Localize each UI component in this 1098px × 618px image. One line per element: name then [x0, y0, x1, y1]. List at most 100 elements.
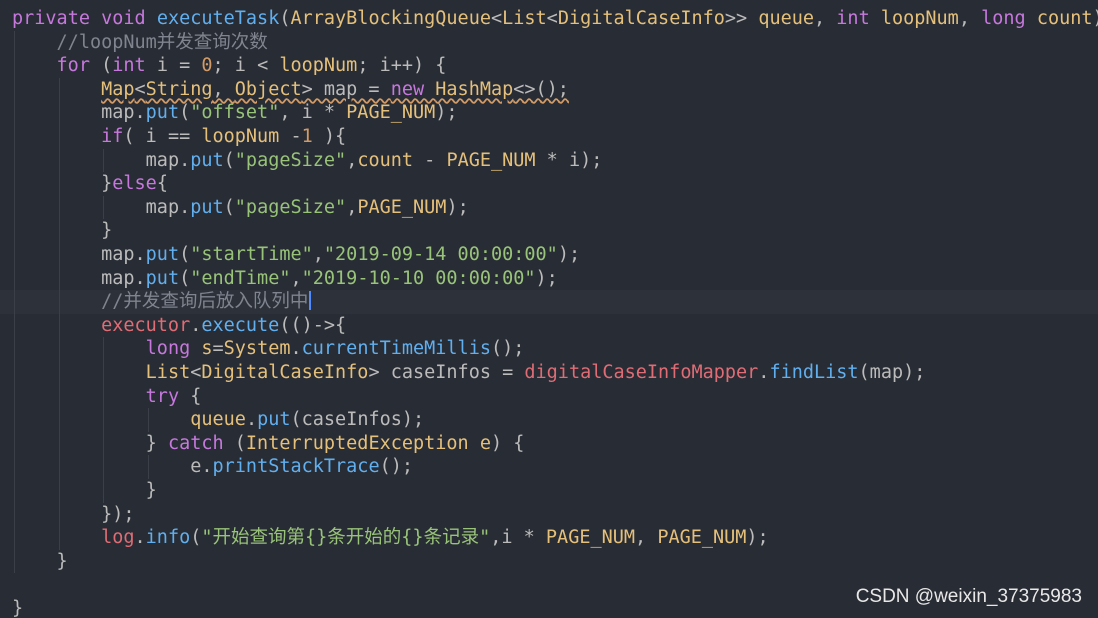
- code-token-const: PAGE_NUM: [657, 527, 747, 549]
- code-text: map.put("pageSize",count - PAGE_NUM * i)…: [146, 149, 603, 173]
- indent-guide: [14, 361, 15, 385]
- code-token-string: "pageSize": [234, 149, 347, 171]
- indent-guide: [147, 408, 149, 432]
- indent-guide: [14, 266, 15, 291]
- code-token-string: "offset": [190, 102, 280, 124]
- code-token-keyword: int: [112, 55, 157, 77]
- code-token-number: 1: [301, 126, 313, 147]
- code-line[interactable]: Map<String, Object> map = new HashMap<>(…: [0, 77, 1098, 102]
- code-token-type: Map: [101, 78, 135, 100]
- code-token-plain: {: [190, 385, 202, 407]
- code-token-string: "startTime": [190, 244, 313, 265]
- code-token-plain: );: [446, 196, 469, 218]
- code-token-field: log: [101, 527, 135, 549]
- code-token-plain: ();: [490, 338, 525, 360]
- code-token-plain: .: [245, 409, 258, 431]
- code-line[interactable]: map.put("offset", i * PAGE_NUM);: [0, 101, 1098, 125]
- code-token-plain: }: [145, 432, 168, 454]
- code-editor[interactable]: private void executeTask(ArrayBlockingQu…: [0, 0, 1098, 618]
- code-token-method: put: [145, 102, 180, 124]
- code-token-plain: map.: [145, 196, 191, 218]
- indent-guide: [103, 384, 105, 409]
- code-line[interactable]: queue.put(caseInfos);: [0, 408, 1098, 432]
- code-token-plain: =: [212, 338, 224, 360]
- code-token-keyword: private: [12, 8, 102, 29]
- watermark: CSDN @weixin_37375983: [855, 586, 1082, 607]
- code-token-plain: <: [546, 8, 558, 29]
- code-token-plain: {: [156, 173, 168, 195]
- code-token-const: PAGE_NUM: [446, 149, 536, 171]
- indent-guide: [14, 77, 15, 102]
- code-text: }: [57, 550, 68, 574]
- code-token-method: currentTimeMillis: [301, 338, 491, 360]
- indent-guide: [14, 290, 15, 314]
- code-line[interactable]: long s=System.currentTimeMillis();: [0, 337, 1098, 361]
- code-line[interactable]: map.put("endTime","2019-10-10 00:00:00")…: [0, 266, 1098, 291]
- code-token-plain: (: [179, 102, 191, 124]
- code-line[interactable]: List<DigitalCaseInfo> caseInfos = digita…: [0, 361, 1098, 385]
- code-line[interactable]: }else{: [0, 172, 1098, 196]
- code-line[interactable]: });: [0, 502, 1098, 527]
- code-token-plain: .: [190, 314, 202, 336]
- code-line[interactable]: if( i == loopNum -1 ){: [0, 125, 1098, 149]
- code-token-method: executeTask: [156, 8, 280, 29]
- indent-guide: [14, 148, 15, 173]
- code-line[interactable]: map.put("startTime","2019-09-14 00:00:00…: [0, 243, 1098, 267]
- indent-guide: [14, 219, 15, 243]
- indent-guide: [14, 101, 15, 125]
- code-token-plain: ,i *: [490, 527, 546, 549]
- indent-guide: [14, 54, 15, 78]
- code-line[interactable]: executor.execute(()->{: [0, 313, 1098, 338]
- code-token-plain: (caseInfos);: [290, 409, 425, 431]
- indent-guide: [14, 408, 15, 432]
- indent-guide: [58, 243, 60, 267]
- code-token-const: PAGE_NUM: [545, 527, 636, 549]
- code-line[interactable]: }: [0, 479, 1098, 503]
- code-line[interactable]: log.info("开始查询第{}条开始的{}条记录",i * PAGE_NUM…: [0, 526, 1098, 550]
- indent-guide: [58, 431, 60, 456]
- code-token-param: queue: [758, 8, 815, 29]
- code-token-plain: ; i++) {: [357, 55, 447, 77]
- code-line[interactable]: try {: [0, 384, 1098, 409]
- code-token-plain: ) {: [490, 432, 525, 454]
- code-token-plain: <: [190, 362, 202, 383]
- code-line[interactable]: map.put("pageSize",PAGE_NUM);: [0, 195, 1098, 220]
- code-line[interactable]: //loopNum并发查询次数: [0, 30, 1098, 55]
- code-line[interactable]: //并发查询后放入队列中: [0, 290, 1098, 314]
- code-token-keyword: if: [101, 126, 124, 147]
- code-token-const: PAGE_NUM: [357, 196, 447, 218]
- code-line[interactable]: map.put("pageSize",count - PAGE_NUM * i)…: [0, 148, 1098, 173]
- code-token-param: e: [479, 432, 491, 454]
- indent-guide: [58, 337, 60, 361]
- code-token-keyword: new: [390, 78, 436, 100]
- code-token-plain: ,: [814, 8, 837, 29]
- code-token-plain: <>();: [513, 78, 569, 100]
- code-token-type: DigitalCaseInfo: [557, 8, 725, 29]
- code-token-plain: > map =: [301, 78, 391, 100]
- code-token-plain: i =: [156, 55, 202, 77]
- code-line[interactable]: }: [0, 219, 1098, 243]
- code-token-plain: , i *: [279, 102, 347, 124]
- code-token-type: HashMap: [435, 78, 514, 100]
- code-line[interactable]: }: [0, 549, 1098, 574]
- code-token-param: count: [357, 149, 425, 171]
- code-token-method: put: [257, 409, 291, 431]
- indent-guide: [14, 526, 15, 550]
- indent-guide: [58, 195, 60, 220]
- code-text: }else{: [101, 172, 168, 196]
- code-line[interactable]: e.printStackTrace();: [0, 455, 1098, 479]
- code-token-plain: ,: [212, 78, 235, 100]
- indent-guide: [58, 148, 60, 173]
- code-token-plain: .: [290, 338, 302, 360]
- indent-guide: [58, 172, 60, 196]
- code-token-plain: > caseInfos =: [368, 362, 525, 383]
- code-token-plain: map.: [101, 102, 146, 124]
- code-line[interactable]: for (int i = 0; i < loopNum; i++) {: [0, 54, 1098, 78]
- indent-guide: [103, 337, 105, 361]
- code-token-method: printStackTrace: [212, 456, 380, 478]
- code-token-keyword: else: [112, 173, 157, 195]
- code-line[interactable]: private void executeTask(ArrayBlockingQu…: [0, 7, 1098, 31]
- code-text: for (int i = 0; i < loopNum; i++) {: [57, 54, 447, 78]
- indent-guide: [103, 455, 105, 479]
- code-line[interactable]: } catch (InterruptedException e) {: [0, 431, 1098, 456]
